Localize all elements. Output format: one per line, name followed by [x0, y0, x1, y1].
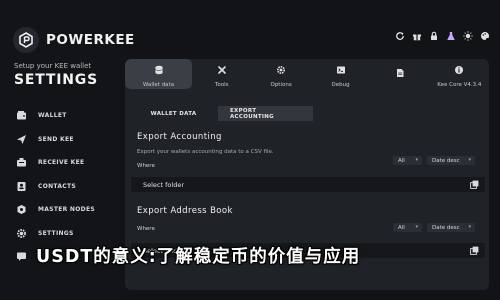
gift-icon[interactable]	[411, 30, 422, 41]
refresh-icon[interactable]	[394, 30, 405, 41]
lock-icon[interactable]	[428, 30, 439, 41]
masternodes-icon	[14, 203, 28, 217]
tab-options[interactable]: Options	[251, 59, 310, 89]
brand-logo[interactable]: POWERKEE	[13, 27, 135, 53]
chevron-down-icon: ▾	[415, 224, 418, 230]
sidebar-item-label: WALLET	[38, 112, 67, 120]
sun-icon[interactable]	[462, 30, 473, 41]
overlay-caption: USDT的意义:了解稳定币的价值与应用	[36, 247, 361, 267]
sidebar-item-label: MASTER NODES	[38, 206, 95, 214]
tab-document[interactable]	[370, 59, 429, 89]
select-value: Date desc	[432, 157, 460, 164]
flask-icon[interactable]	[445, 30, 456, 41]
export-accounting-folder-input[interactable]: Select folder	[131, 177, 485, 192]
powerkee-logo-icon	[13, 27, 39, 53]
chevron-down-icon: ▾	[415, 157, 418, 163]
folder-placeholder: Select folder	[143, 180, 184, 189]
export-accounting-where-label: Where	[137, 163, 155, 169]
export-address-book-title: Export Address Book	[137, 206, 233, 216]
sidebar-item-send-kee[interactable]: SEND KEE	[14, 128, 95, 152]
contacts-icon	[14, 179, 28, 193]
subtab-wallet-data[interactable]: WALLET DATA	[129, 106, 218, 121]
export-address-book-where-label: Where	[137, 226, 155, 232]
copy-icon[interactable]	[470, 180, 479, 189]
tab-wallet-data[interactable]: Wallet data	[125, 59, 192, 89]
sidebar-item-contacts[interactable]: CONTACTS	[14, 175, 95, 199]
sidebar-item-label: CONTACTS	[38, 182, 77, 190]
subtab-export-accounting[interactable]: EXPORT ACCOUNTING	[218, 106, 313, 121]
sidebar-item-label: SEND KEE	[38, 135, 74, 143]
brand-name: POWERKEE	[46, 32, 135, 48]
select-value: Date desc	[432, 224, 460, 231]
sidebar-item-master-nodes[interactable]: MASTER NODES	[14, 198, 95, 222]
chat-icon	[14, 250, 28, 264]
sidebar-item-wallet[interactable]: WALLET	[14, 104, 95, 128]
receive-icon	[14, 156, 28, 170]
copy-icon[interactable]	[470, 246, 479, 255]
send-icon	[14, 132, 28, 146]
export-accounting-sort-select[interactable]: Date desc ▾	[427, 156, 475, 165]
settings-tabbar: Wallet data Tools Options Debug Kee Core…	[125, 59, 489, 89]
tools-icon	[217, 60, 227, 79]
page-title: SETTINGS	[14, 72, 98, 88]
select-value: All	[398, 157, 405, 164]
sidebar-item-receive-kee[interactable]: RECEIVE KEE	[14, 151, 95, 175]
tab-label: Options	[270, 82, 292, 88]
sidebar-item-label: SETTINGS	[38, 229, 74, 237]
sidebar-item-settings[interactable]: SETTINGS	[14, 222, 95, 246]
debug-icon	[336, 60, 346, 79]
tab-label: Tools	[214, 82, 229, 88]
chevron-down-icon: ▾	[468, 224, 471, 230]
tab-label: Debug	[331, 82, 350, 88]
tab-label: Kee Core V4.3.4	[437, 82, 482, 88]
export-accounting-title: Export Accounting	[137, 132, 222, 142]
chevron-down-icon: ▾	[468, 157, 471, 163]
export-accounting-filter-select[interactable]: All ▾	[393, 156, 422, 165]
setup-text: Setup your KEE wallet	[14, 62, 92, 70]
document-icon	[395, 63, 405, 82]
export-accounting-subtitle: Export your wallets accounting data to a…	[137, 149, 274, 155]
tab-tools[interactable]: Tools	[192, 59, 251, 89]
tab-debug[interactable]: Debug	[311, 59, 370, 89]
tab-label: Wallet data	[142, 82, 175, 88]
tab-version-info[interactable]: Kee Core V4.3.4	[430, 59, 489, 89]
info-icon	[454, 60, 464, 79]
sidebar-item-label: RECEIVE KEE	[38, 159, 85, 167]
select-value: All	[398, 224, 405, 231]
wallet-icon	[14, 109, 28, 123]
export-address-book-sort-select[interactable]: Date desc ▾	[427, 223, 475, 232]
palette-icon[interactable]	[479, 30, 490, 41]
top-toolbar	[394, 30, 490, 41]
options-icon	[276, 60, 286, 79]
sub-tabs: WALLET DATA EXPORT ACCOUNTING	[129, 106, 313, 121]
database-icon	[154, 60, 164, 79]
export-address-book-filter-select[interactable]: All ▾	[393, 223, 422, 232]
gear-icon	[14, 226, 28, 240]
